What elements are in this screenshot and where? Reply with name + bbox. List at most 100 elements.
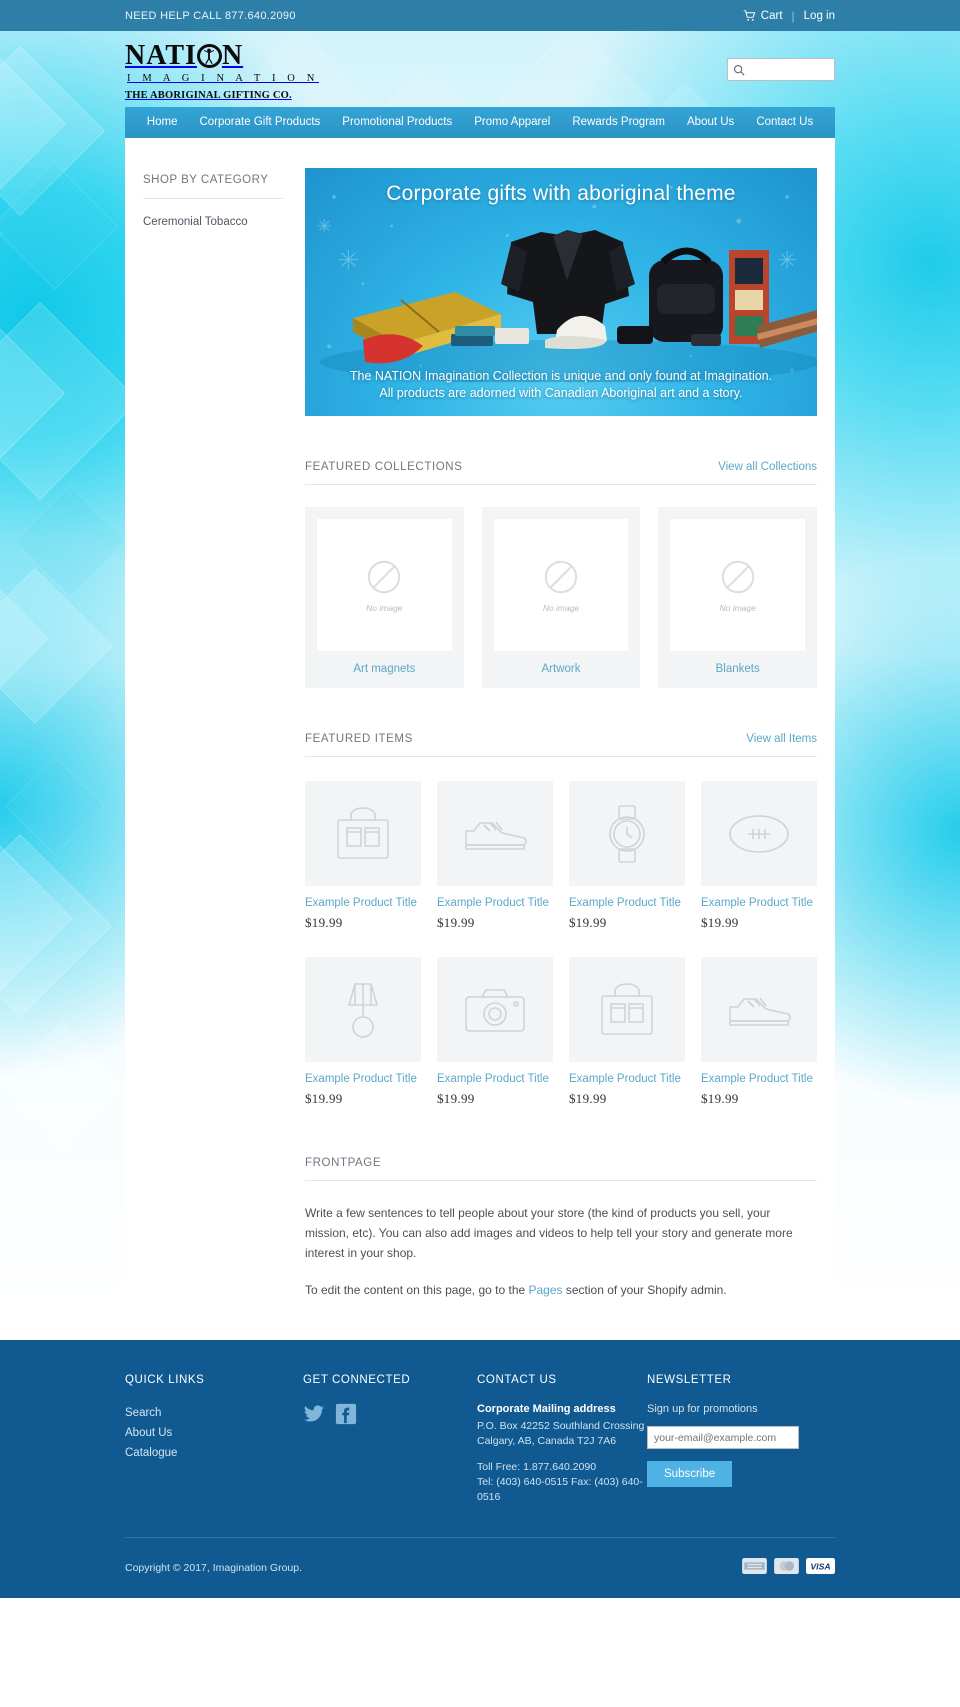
product-card[interactable]: Example Product Title $19.99 [305, 781, 421, 931]
product-card[interactable]: Example Product Title $19.99 [701, 957, 817, 1107]
contact-fax-continued: 0516 [477, 1491, 501, 1503]
search-input[interactable] [745, 63, 829, 75]
frontpage-paragraph-1: Write a few sentences to tell people abo… [305, 1206, 793, 1260]
featured-collections-section: FEATURED COLLECTIONS View all Collection… [305, 461, 818, 688]
site-logo[interactable]: NATI N I M A G I N A T I O N THE ABORIGI… [125, 38, 319, 101]
product-title[interactable]: Example Product Title [437, 897, 553, 909]
cart-icon [743, 9, 756, 22]
view-all-collections-link[interactable]: View all Collections [718, 461, 817, 473]
collection-card[interactable]: No image Artwork [481, 507, 641, 688]
no-image-label: No image [719, 602, 756, 613]
collection-label: Artwork [541, 663, 581, 675]
logo-text-after: N [221, 39, 244, 71]
product-title[interactable]: Example Product Title [701, 1073, 817, 1085]
sidebar-divider [143, 198, 283, 199]
help-phone-text: NEED HELP CALL 877.640.2090 [125, 9, 296, 22]
search-box[interactable] [727, 57, 835, 81]
product-price: $19.99 [701, 915, 739, 930]
main-navigation: Home Corporate Gift Products Promotional… [125, 107, 835, 138]
product-price: $19.99 [569, 1091, 607, 1106]
product-price: $19.99 [437, 915, 475, 930]
featured-items-title: FEATURED ITEMS [305, 733, 413, 745]
collection-label: Art magnets [353, 663, 416, 675]
product-card[interactable]: Example Product Title $19.99 [437, 957, 553, 1107]
no-image-icon [365, 558, 403, 596]
contact-toll-free: Toll Free: 1.877.640.2090 [477, 1461, 597, 1473]
shoe-icon [460, 811, 530, 857]
footer-link-search[interactable]: Search [125, 1403, 303, 1423]
get-connected-title: GET CONNECTED [303, 1374, 411, 1386]
twitter-icon[interactable] [303, 1403, 325, 1425]
no-image-icon [719, 558, 757, 596]
footer-link-catalogue[interactable]: Catalogue [125, 1443, 303, 1463]
product-image-placeholder [701, 781, 817, 886]
collection-image-placeholder: No image [493, 519, 629, 651]
no-image-label: No image [366, 602, 403, 613]
sidebar-item-ceremonial-tobacco[interactable]: Ceremonial Tobacco [143, 213, 283, 231]
product-image-placeholder [569, 957, 685, 1062]
hero-headline: Corporate gifts with aboriginal theme [386, 182, 736, 205]
hero-caption: The NATION Imagination Collection is uni… [327, 368, 795, 402]
product-price: $19.99 [569, 915, 607, 930]
product-card[interactable]: Example Product Title $19.99 [569, 781, 685, 931]
no-image-label: No image [542, 602, 580, 613]
frontpage-text-before: To edit the content on this page, go to … [305, 1283, 529, 1297]
frontpage-paragraph-2: To edit the content on this page, go to … [305, 1280, 817, 1300]
nav-item-corporate-gift-products[interactable]: Corporate Gift Products [188, 107, 331, 138]
svg-text:VISA: VISA [810, 1561, 830, 1571]
newsletter-email-input[interactable] [647, 1426, 799, 1449]
sidebar-title: SHOP BY CATEGORY [143, 174, 269, 186]
nav-item-promo-apparel[interactable]: Promo Apparel [463, 107, 561, 138]
hero-banner[interactable]: Corporate gifts with aboriginal theme Th… [305, 168, 817, 416]
nav-item-home[interactable]: Home [136, 107, 189, 138]
product-card[interactable]: Example Product Title $19.99 [437, 781, 553, 931]
nav-item-about-us[interactable]: About Us [676, 107, 745, 138]
product-title[interactable]: Example Product Title [437, 1073, 553, 1085]
masthead: NATI N I M A G I N A T I O N THE ABORIGI… [125, 31, 835, 107]
utility-bar: NEED HELP CALL 877.640.2090 Cart | Log i… [0, 0, 960, 31]
view-all-items-link[interactable]: View all Items [746, 733, 817, 745]
product-price: $19.99 [701, 1091, 739, 1106]
collection-image-placeholder: No image [670, 519, 806, 651]
contact-address-line-1: P.O. Box 42252 Southland Crossing [477, 1420, 645, 1432]
contact-tel-fax: Tel: (403) 640-0515 Fax: (403) 640- [477, 1476, 643, 1488]
contact-address-line-2: Calgary, AB, Canada T2J 7A6 [477, 1435, 617, 1447]
product-title[interactable]: Example Product Title [305, 897, 421, 909]
search-icon [733, 63, 745, 76]
product-card[interactable]: Example Product Title $19.99 [701, 781, 817, 931]
collection-card[interactable]: No image Blankets [658, 507, 818, 688]
nav-item-contact-us[interactable]: Contact Us [745, 107, 824, 138]
frontpage-title: FRONTPAGE [305, 1157, 382, 1169]
product-title[interactable]: Example Product Title [701, 897, 817, 909]
product-title[interactable]: Example Product Title [305, 1073, 421, 1085]
product-title[interactable]: Example Product Title [569, 1073, 685, 1085]
product-card[interactable]: Example Product Title $19.99 [305, 957, 421, 1107]
product-image-placeholder [305, 781, 421, 886]
cart-link[interactable]: Cart [743, 10, 783, 22]
pages-link[interactable]: Pages [529, 1283, 563, 1297]
product-card[interactable]: Example Product Title $19.99 [569, 957, 685, 1107]
football-icon [726, 811, 792, 857]
logo-text-before: NATI [125, 39, 197, 71]
nav-item-rewards-program[interactable]: Rewards Program [561, 107, 676, 138]
shoe-icon [724, 987, 794, 1033]
contact-heading: Corporate Mailing address [477, 1403, 616, 1415]
collection-image-placeholder: No image [317, 519, 452, 651]
product-title[interactable]: Example Product Title [569, 897, 685, 909]
cart-label: Cart [760, 9, 783, 22]
footer-get-connected: GET CONNECTED [303, 1374, 477, 1505]
featured-items-section: FEATURED ITEMS View all Items Example Pr… [305, 733, 817, 1107]
login-link[interactable]: Log in [804, 10, 835, 22]
main-column: Corporate gifts with aboriginal theme Th… [283, 168, 818, 1300]
subscribe-button[interactable]: Subscribe [647, 1461, 733, 1487]
facebook-icon[interactable] [335, 1403, 357, 1425]
product-image-placeholder [437, 957, 553, 1062]
logo-figure-icon [196, 43, 222, 69]
amex-icon [742, 1557, 767, 1579]
product-grid: Example Product Title $19.99 Example Pro… [305, 781, 817, 1107]
footer-link-about-us[interactable]: About Us [125, 1423, 303, 1443]
payment-methods: VISA [742, 1557, 835, 1579]
copyright-text: Copyright © 2017, Imagination Group. [125, 1562, 303, 1574]
collection-card[interactable]: No image Art magnets [305, 507, 464, 688]
nav-item-promotional-products[interactable]: Promotional Products [331, 107, 463, 138]
